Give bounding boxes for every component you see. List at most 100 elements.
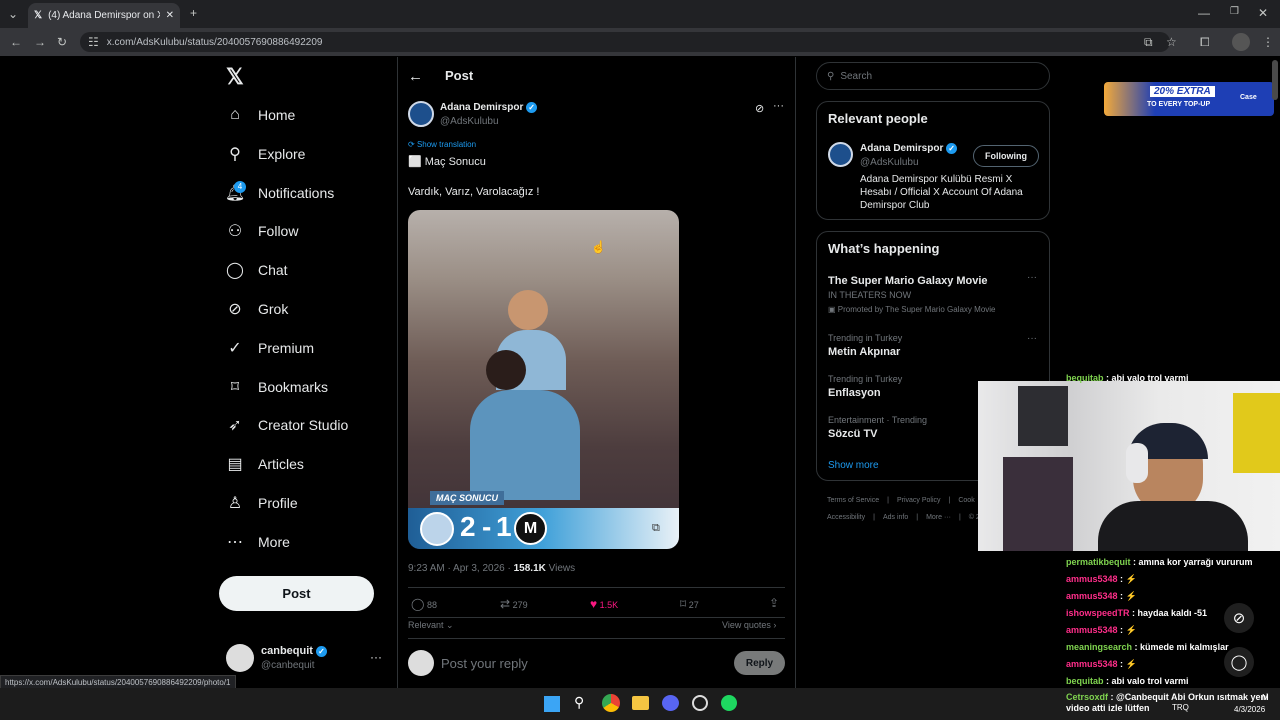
premium-icon: ✓: [228, 339, 242, 357]
view-quotes-link[interactable]: View quotes ›: [722, 620, 776, 630]
footer-link[interactable]: More ···: [926, 514, 951, 521]
app-taskbar-icon[interactable]: [692, 695, 708, 711]
spotify-taskbar-icon[interactable]: [721, 695, 737, 711]
install-app-icon[interactable]: ⧉: [1144, 35, 1153, 50]
browser-tab[interactable]: 𝕏 (4) Adana Demirspor on X: "⬜ ✕: [28, 3, 180, 28]
taskbar-search-icon[interactable]: ⚲: [574, 694, 584, 711]
trend-title[interactable]: Enflasyon: [828, 387, 881, 399]
sidebar-item-profile[interactable]: ♙ Profile: [226, 494, 298, 512]
share-icon[interactable]: ⇪: [769, 596, 779, 610]
trend-title[interactable]: The Super Mario Galaxy Movie: [828, 275, 988, 287]
chat-message: bequitab : abi valo trol varmi: [1066, 676, 1189, 686]
page-scrollbar[interactable]: [1272, 60, 1278, 100]
site-info-icon[interactable]: ☷: [88, 35, 99, 49]
trend-more-icon[interactable]: ···: [1027, 333, 1037, 344]
search-icon: ⚲: [827, 70, 835, 82]
reply-button[interactable]: Reply: [734, 651, 785, 675]
chrome-taskbar-icon[interactable]: [602, 694, 620, 712]
footer-link[interactable]: Accessibility: [827, 514, 865, 521]
relevant-people-card: Relevant people Adana Demirspor ✓ @AdsKu…: [816, 101, 1050, 220]
sidebar-item-label: More: [258, 533, 290, 550]
restore-icon[interactable]: ❐: [1230, 6, 1239, 17]
author-name[interactable]: Adana Demirspor ✓: [440, 102, 538, 113]
back-icon[interactable]: ←: [10, 35, 22, 49]
trend-more-icon[interactable]: ···: [1027, 272, 1037, 283]
author-avatar[interactable]: [408, 101, 434, 127]
reply-input[interactable]: Post your reply: [441, 656, 528, 671]
post-image[interactable]: MAÇ SONUCU 2 - 1 M ⧉: [408, 210, 679, 549]
headset-icon: [1126, 443, 1148, 483]
sidebar-item-creator-studio[interactable]: ➶ Creator Studio: [226, 416, 348, 434]
chat-message: permatikbequit : amına kor yarrağı vurur…: [1066, 557, 1253, 567]
trend-title[interactable]: Metin Akpınar: [828, 346, 900, 358]
sidebar-item-more[interactable]: ⋯ More: [226, 533, 290, 551]
new-tab-icon[interactable]: +: [190, 6, 197, 20]
relevant-people-title: Relevant people: [828, 111, 928, 126]
emote-icon: ⚡: [1125, 574, 1137, 584]
footer-link[interactable]: Privacy Policy: [897, 497, 941, 504]
search-box[interactable]: ⚲ Search: [816, 62, 1050, 90]
forward-icon[interactable]: →: [34, 35, 46, 49]
footer-link[interactable]: Terms of Service: [827, 497, 879, 504]
grok-float-icon[interactable]: ⊘: [1224, 603, 1254, 633]
discord-taskbar-icon[interactable]: [662, 695, 679, 711]
tab-search-icon[interactable]: ⌄: [8, 7, 18, 21]
start-icon[interactable]: [544, 696, 560, 712]
person-avatar[interactable]: [828, 142, 853, 167]
trend-meta: Trending in Turkey: [828, 374, 903, 384]
extensions-icon[interactable]: ⧠: [1200, 35, 1210, 50]
tab-close-icon[interactable]: ✕: [166, 10, 174, 21]
x-logo-icon[interactable]: 𝕏: [226, 64, 244, 90]
reply-action[interactable]: ◯ 88: [411, 597, 437, 611]
sidebar-item-explore[interactable]: ⚲ Explore: [226, 145, 305, 163]
account-name[interactable]: canbequit ✓: [261, 645, 328, 657]
minimize-icon[interactable]: —: [1198, 6, 1210, 20]
trend-subtitle: IN THEATERS NOW: [828, 290, 912, 300]
show-more-link[interactable]: Show more: [828, 460, 879, 471]
window-close-icon[interactable]: ✕: [1258, 6, 1268, 20]
relevant-sort[interactable]: Relevant ⌄: [408, 620, 454, 631]
sidebar-item-grok[interactable]: ⊘ Grok: [226, 300, 288, 318]
divider: [408, 617, 785, 618]
post-more-icon[interactable]: ···: [773, 100, 784, 112]
grok-explain-icon[interactable]: ⊘: [755, 102, 764, 115]
sidebar-item-bookmarks[interactable]: ⌑ Bookmarks: [226, 378, 328, 396]
person-name[interactable]: Adana Demirspor ✓: [860, 143, 958, 154]
person-bio: Adana Demirspor Kulübü Resmi X Hesabı / …: [860, 174, 1023, 211]
sidebar-item-follow[interactable]: ⚇ Follow: [226, 222, 299, 240]
show-translation-link[interactable]: ⟳ Show translation: [408, 140, 476, 149]
messages-float-icon[interactable]: ◯: [1224, 647, 1254, 677]
sidebar-item-chat[interactable]: ◯ Chat: [226, 261, 288, 279]
sidebar-item-label: Chat: [258, 262, 288, 279]
sidebar-item-label: Follow: [258, 223, 299, 240]
image-expand-icon[interactable]: ⧉: [652, 522, 660, 535]
repost-action[interactable]: ⇄ 279: [500, 597, 528, 611]
url-bar[interactable]: ☷ x.com/AdsKulubu/status/204005769088649…: [80, 32, 1170, 52]
like-action[interactable]: ♥ 1.5K: [590, 597, 618, 611]
sidebar-item-home[interactable]: ⌂ Home: [226, 106, 295, 124]
mouse-cursor-icon: ☝: [591, 240, 606, 254]
sidebar-item-label: Creator Studio: [258, 417, 349, 434]
score-bar: 2 - 1 M ⧉: [408, 508, 679, 549]
search-input[interactable]: Search: [840, 71, 872, 82]
footer-link[interactable]: Cook: [958, 497, 974, 504]
footer-link[interactable]: Ads info: [883, 514, 908, 521]
verified-icon: ✓: [946, 143, 958, 154]
compose-post-button[interactable]: Post: [219, 576, 374, 611]
bookmark-star-icon[interactable]: ☆: [1166, 35, 1177, 49]
reload-icon[interactable]: ↻: [57, 35, 67, 49]
explorer-taskbar-icon[interactable]: [632, 696, 649, 710]
back-arrow-icon[interactable]: ←: [408, 68, 423, 85]
account-more-icon[interactable]: ···: [370, 650, 382, 664]
account-avatar[interactable]: [226, 644, 254, 672]
sidebar-item-premium[interactable]: ✓ Premium: [226, 339, 314, 357]
sidebar-item-articles[interactable]: ▤ Articles: [226, 455, 303, 473]
trend-title[interactable]: Sözcü TV: [828, 428, 878, 440]
emote-icon: ⚡: [1125, 659, 1137, 669]
chat-message: meaningsearch : kümede mi kalmışlar: [1066, 642, 1229, 652]
following-button[interactable]: Following: [973, 145, 1039, 167]
bookmark-action[interactable]: ⌑ 27: [680, 597, 699, 611]
promoted-label: ▣ Promoted by The Super Mario Galaxy Mov…: [828, 305, 996, 314]
chrome-menu-icon[interactable]: ⋮: [1262, 35, 1274, 49]
profile-avatar[interactable]: [1232, 33, 1250, 51]
